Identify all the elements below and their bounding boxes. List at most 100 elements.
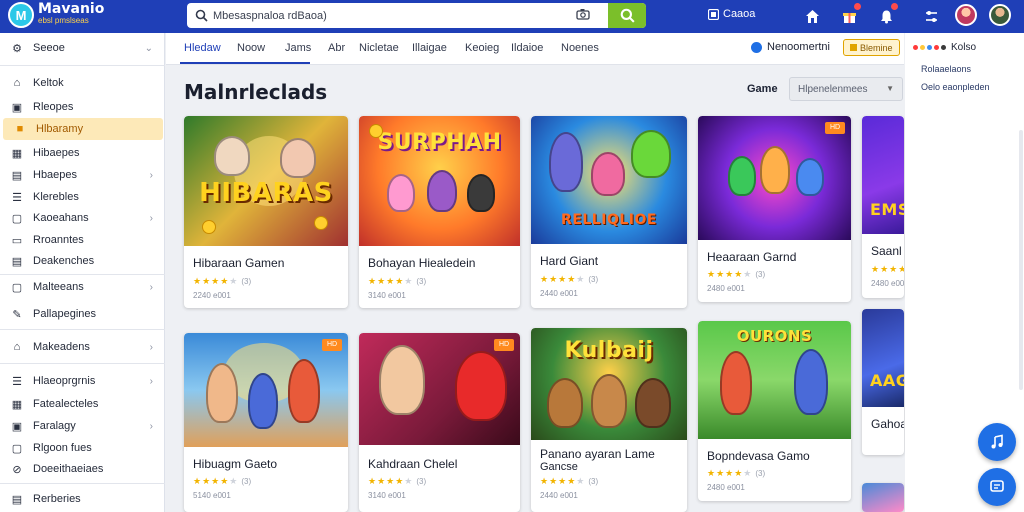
sidebar: ⚙ Seeoe ⌄ ⌂ Keltok ▣ Rleopes ■ Hlbaramy ▦ Hi… (0, 33, 165, 512)
game-card[interactable]: SURPHAH Bohayan Hiealedein ★★★★★ (3) 3140… (359, 116, 520, 308)
sidebar-item-17[interactable]: ⊘ Doeeithaeiaes (0, 458, 165, 480)
star-rating: ★★★★★ (3) (707, 269, 766, 279)
list-icon: ☰ (12, 191, 22, 204)
avatar[interactable] (989, 4, 1011, 26)
sidebar-item-label: Hbaepes (33, 169, 78, 181)
camera-icon[interactable] (576, 8, 590, 23)
sidebar-item-13[interactable]: ☰ Hlaeoprgrnis › (0, 370, 165, 392)
sidebar-item-10[interactable]: ▢ Malteeans › (0, 276, 165, 298)
right-panel-title: Kolso (951, 42, 977, 53)
page-title: Malnrleclads (184, 80, 328, 104)
game-card[interactable]: HD Heaaraan Garnd ★★★★★ (3) 2480 e001 (698, 116, 851, 302)
music-button[interactable] (978, 423, 1016, 461)
sort-label: Game (747, 83, 778, 95)
star-rating: ★★★★★ (3) (368, 276, 427, 286)
tab-4[interactable]: Abr (328, 42, 345, 54)
settings-icon[interactable] (920, 5, 942, 27)
search-button[interactable] (608, 3, 646, 28)
scrollbar[interactable] (1019, 130, 1023, 390)
tab-3[interactable]: Jams (285, 42, 311, 54)
sidebar-item-6[interactable]: ☰ Klerebles (0, 186, 165, 208)
avatar[interactable] (955, 4, 977, 26)
search-input[interactable] (213, 5, 593, 26)
sidebar-item-label: Fatealecteles (33, 398, 99, 410)
sidebar-item-3[interactable]: ■ Hlbaramy (3, 118, 163, 140)
game-card[interactable]: HD Hibuagm Gaeto ★★★★★ (3) 5140 e001 (184, 333, 348, 512)
game-card[interactable]: EMSB Saanl ★★★★★ 2480 e001 (862, 116, 904, 298)
game-thumbnail (862, 483, 904, 512)
gift-icon[interactable] (838, 3, 861, 27)
tab-5[interactable]: Nicletae (359, 42, 399, 54)
notification-dot (854, 3, 861, 10)
sidebar-item-7[interactable]: ▢ Kaoeahans › (0, 207, 165, 229)
sort-select[interactable]: Hlpenelenmees ▼ (789, 77, 903, 101)
sidebar-item-label: Hibaepes (33, 147, 80, 159)
game-card[interactable] (862, 483, 904, 512)
chevron-down-icon: ▼ (886, 84, 894, 93)
game-thumbnail: HD (359, 333, 520, 445)
game-card[interactable]: AAG Gahoa (862, 309, 904, 455)
game-art-title: OURONS (736, 327, 813, 345)
game-title: Saanl (871, 244, 902, 258)
sidebar-item-9[interactable]: ▤ Deakenches (0, 250, 165, 272)
star-rating: ★★★★★ (3) (540, 476, 599, 486)
right-panel-link[interactable]: Rolaaelaons (921, 64, 971, 74)
account-menu[interactable]: Caaoa (708, 8, 755, 20)
sidebar-item-12[interactable]: ⌂ Makeadens › (0, 336, 165, 358)
star-rating: ★★★★★ (871, 264, 904, 274)
chevron-right-icon: › (149, 169, 153, 181)
sidebar-item-label: Pallapegines (33, 308, 96, 320)
tab-7[interactable]: Keoieg (465, 42, 499, 54)
game-thumbnail: RELLIQLIOE (531, 116, 687, 244)
review-count: (3) (588, 477, 599, 486)
tab-1[interactable]: Hledaw (184, 42, 221, 54)
chevron-right-icon: › (149, 375, 153, 387)
game-card[interactable]: RELLIQLIOE Hard Giant ★★★★★ (3) 2440 e001 (531, 116, 687, 308)
game-card[interactable]: HIBARAS Hibaraan Gamen ★★★★★ (3) 2240 e00… (184, 116, 348, 308)
promo-pill[interactable]: Blemine (843, 39, 900, 56)
settings-icon: ⚙ (12, 42, 22, 55)
sidebar-item-top[interactable]: ⚙ Seeoe ⌄ (0, 37, 165, 59)
sidebar-item-18[interactable]: ▤ Rerberies (0, 488, 165, 510)
game-card[interactable]: OURONS Bopndevasa Gamo ★★★★★ (3) 2480 e00… (698, 321, 851, 501)
badge: HD (494, 339, 514, 351)
home-icon[interactable] (801, 5, 823, 27)
trophy-icon: ▣ (11, 420, 23, 433)
game-thumbnail: HD (184, 333, 348, 447)
dot-icon (927, 45, 932, 50)
dot-icon (934, 45, 939, 50)
sidebar-item-label: Doeeithaeiaes (33, 463, 104, 475)
star-rating: ★★★★★ (3) (368, 476, 427, 486)
sidebar-item-11[interactable]: ✎ Pallapegines (0, 303, 165, 325)
sidebar-item-label: Seeoe (33, 42, 65, 54)
book-icon: ▢ (11, 442, 23, 455)
sidebar-item-15[interactable]: ▣ Faralagy › (0, 415, 165, 437)
sidebar-item-5[interactable]: ▤ Hbaepes › (0, 164, 165, 186)
dot-icon (913, 45, 918, 50)
tab-6[interactable]: Illaigae (412, 42, 447, 54)
sidebar-item-4[interactable]: ▦ Hibaepes (0, 142, 165, 164)
dot-icon (941, 45, 946, 50)
chat-button[interactable] (978, 468, 1016, 506)
game-card[interactable]: Kulbaij Panano ayaran Lame Gancse ★★★★★(… (531, 328, 687, 512)
logo[interactable]: M Mavanio ebsl pmslseas (8, 2, 104, 28)
right-panel-header[interactable]: Kolso (913, 42, 976, 53)
game-meta: 2240 e001 (193, 291, 231, 300)
sidebar-item-1[interactable]: ⌂ Keltok (0, 72, 165, 94)
region-selector[interactable]: Nenoomertni (751, 41, 830, 53)
lock-icon: ▣ (11, 101, 23, 114)
review-count: (3) (241, 277, 252, 286)
bell-icon[interactable] (875, 3, 898, 27)
tab-9[interactable]: Noenes (561, 42, 599, 54)
tab-2[interactable]: Noow (237, 42, 265, 54)
tab-8[interactable]: Ildaioe (511, 42, 543, 54)
game-art-title: AAG (870, 371, 904, 390)
right-panel-link[interactable]: Oelo eaonpleden (921, 82, 990, 92)
sidebar-item-8[interactable]: ▭ Rroanntes (0, 229, 165, 251)
sidebar-item-14[interactable]: ▦ Fatealecteles (0, 393, 165, 415)
sidebar-item-16[interactable]: ▢ Rlgoon fues (0, 437, 165, 459)
game-thumbnail: HD (698, 116, 851, 240)
sidebar-item-label: Deakenches (33, 255, 95, 267)
sidebar-item-2[interactable]: ▣ Rleopes (0, 96, 165, 118)
game-card[interactable]: HD Kahdraan Chelel ★★★★★ (3) 3140 e001 (359, 333, 520, 512)
